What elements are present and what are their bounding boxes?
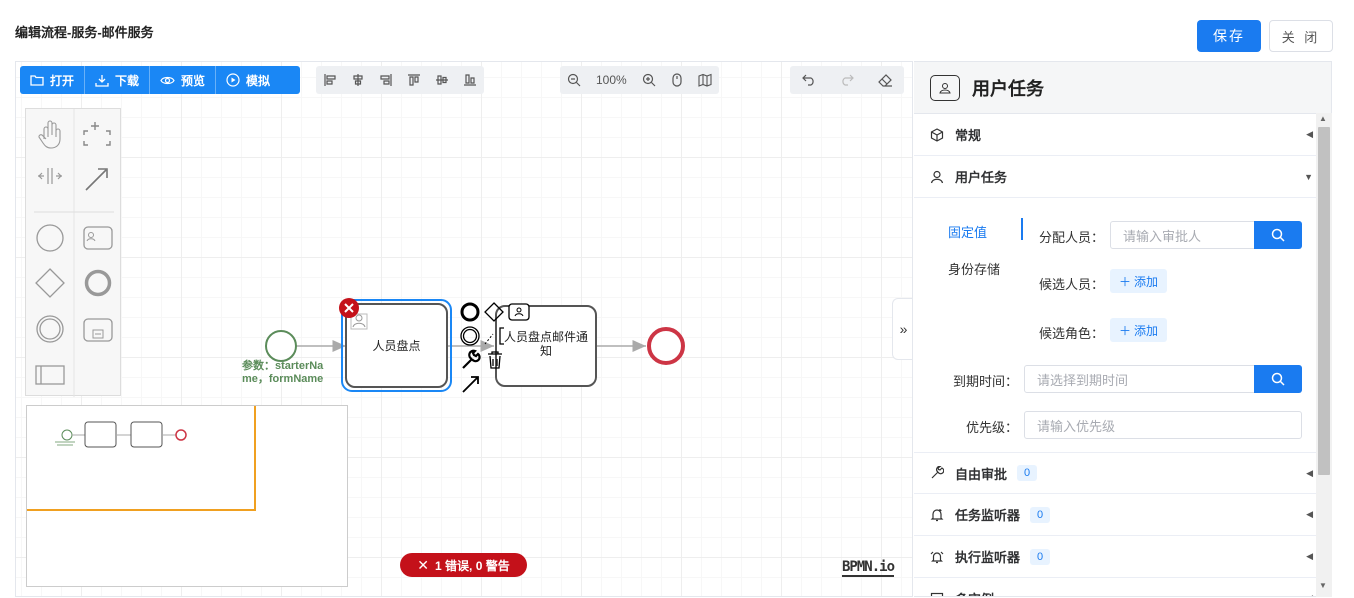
tab-identity-store[interactable]: 身份存储 — [948, 259, 1000, 278]
due-date-label: 到期时间： — [952, 374, 1018, 389]
collapse-arrow-icon: ◀ — [1306, 129, 1313, 139]
page-title: 编辑流程-服务-邮件服务 — [15, 25, 154, 40]
panel-title: 用户任务 — [972, 78, 1044, 99]
user-task-content: 固定值 身份存储 分配人员： 请输入审批人 候选人员： ＋添加 候选角色： ＋添… — [914, 198, 1331, 452]
section-exec-listener[interactable]: 执行监听器 0 ◀ — [914, 536, 1331, 578]
lint-error-text: 1 错误, 0 警告 — [435, 558, 510, 573]
search-icon — [1271, 372, 1285, 386]
collapse-arrow-icon: ◀ — [1306, 551, 1313, 561]
add-label: 添加 — [1134, 274, 1159, 289]
scroll-up-icon[interactable]: ▲ — [1319, 114, 1327, 123]
minimap[interactable] — [26, 405, 348, 587]
append-end-event-icon[interactable] — [460, 302, 480, 322]
start-event-label: 参数：starterName，formName — [242, 360, 324, 385]
add-label: 添加 — [1134, 323, 1159, 338]
section-multi-instance-label: 多实例 — [955, 589, 994, 596]
candidate-users-label: 候选人员： — [1038, 277, 1104, 292]
add-candidate-role-button[interactable]: ＋添加 — [1110, 318, 1168, 342]
panel-toggle-button[interactable]: » — [892, 298, 912, 360]
close-x-icon: ✕ — [417, 556, 430, 573]
tab-active-indicator — [1021, 218, 1023, 240]
collapse-arrow-icon: ◀ — [1306, 467, 1313, 478]
section-task-listener-label: 任务监听器 — [955, 508, 1021, 523]
user-task-icon — [930, 74, 960, 101]
collapse-arrow-icon: ◀ — [1306, 593, 1313, 596]
assignee-label: 分配人员： — [1038, 230, 1104, 245]
task1-label: 人员盘点 — [372, 339, 421, 353]
connect-arrow-icon[interactable] — [462, 376, 479, 393]
panel-scrollbar-thumb[interactable] — [1318, 127, 1330, 475]
candidate-roles-label: 候选角色： — [1038, 326, 1104, 341]
task-listener-count: 0 — [1030, 506, 1051, 523]
section-general-label: 常规 — [955, 128, 982, 143]
user-icon — [929, 170, 945, 184]
assignee-search-button[interactable] — [1254, 221, 1302, 249]
collapse-arrow-icon: ◀ — [1306, 509, 1313, 519]
bpmn-canvas[interactable]: 打开 下载 预览 模拟 100% 参数：starterName，formName… — [15, 61, 913, 597]
assignee-input[interactable]: 请输入审批人 — [1110, 221, 1255, 249]
append-intermediate-event-icon[interactable] — [460, 326, 480, 346]
error-marker-icon[interactable] — [339, 298, 359, 318]
due-date-input[interactable]: 请选择到期时间 — [1024, 365, 1255, 393]
task2-label: 人员盘点邮件通知 — [504, 330, 589, 358]
wrench-icon — [929, 466, 945, 480]
scroll-down-icon[interactable]: ▼ — [1319, 581, 1327, 590]
close-button[interactable]: 关 闭 — [1269, 20, 1333, 52]
search-icon — [1271, 228, 1285, 242]
bpmn-io-logo[interactable]: BPMN.io — [842, 559, 895, 577]
priority-label: 优先级： — [965, 420, 1018, 435]
add-candidate-user-button[interactable]: ＋添加 — [1110, 269, 1168, 293]
section-free-approval[interactable]: 自由审批 0 ◀ — [914, 452, 1331, 494]
plus-icon: ＋ — [1119, 323, 1132, 338]
section-user-task[interactable]: 用户任务 ▼ — [914, 156, 1331, 198]
expand-arrow-icon: ▼ — [1304, 171, 1313, 182]
end-event[interactable] — [647, 327, 685, 365]
alarm-bell-icon — [929, 550, 945, 564]
due-date-search-button[interactable] — [1254, 365, 1302, 393]
tab-fixed-value[interactable]: 固定值 — [948, 222, 987, 241]
cube-icon — [929, 127, 945, 142]
list-icon — [929, 592, 945, 596]
section-free-approval-label: 自由审批 — [955, 466, 1008, 482]
properties-panel: 用户任务 常规 ◀ 用户任务 ▼ 固定值 身份存储 分配人员： 请输入审批人 候… — [914, 61, 1332, 597]
bell-plus-icon — [929, 508, 945, 522]
section-user-task-label: 用户任务 — [955, 170, 1008, 185]
append-task-icon[interactable] — [508, 303, 530, 321]
lint-error-badge[interactable]: ✕ 1 错误, 0 警告 — [400, 553, 527, 577]
wrench-icon[interactable] — [462, 349, 481, 369]
section-general[interactable]: 常规 ◀ — [914, 114, 1331, 156]
exec-listener-count: 0 — [1030, 548, 1051, 565]
section-exec-listener-label: 执行监听器 — [955, 550, 1021, 565]
section-task-listener[interactable]: 任务监听器 0 ◀ — [914, 494, 1331, 536]
priority-input[interactable]: 请输入优先级 — [1024, 411, 1302, 439]
free-approval-count: 0 — [1017, 465, 1038, 481]
save-button[interactable]: 保存 — [1197, 20, 1261, 52]
section-multi-instance[interactable]: 多实例 ◀ — [914, 578, 1331, 596]
plus-icon: ＋ — [1119, 274, 1132, 289]
panel-header: 用户任务 — [914, 62, 1331, 114]
start-event[interactable] — [265, 330, 297, 362]
double-chevron-right-icon: » — [899, 321, 908, 337]
